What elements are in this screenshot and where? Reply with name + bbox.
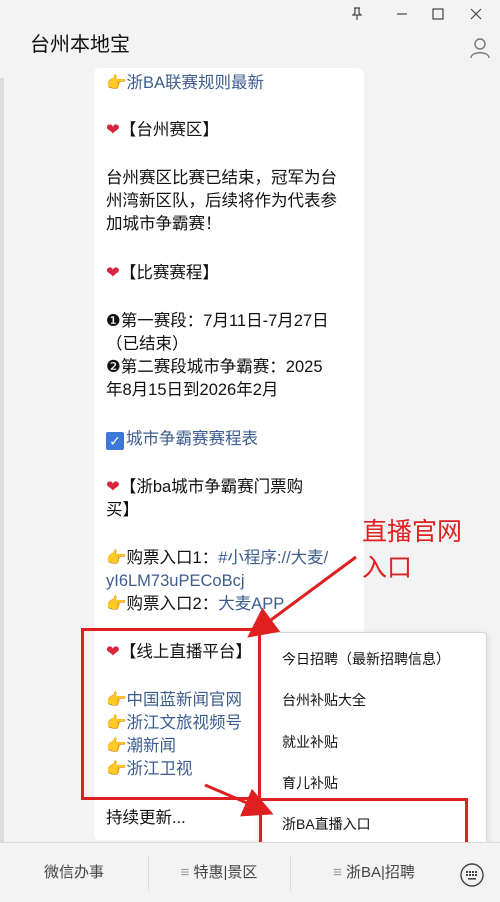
annotation-text-2: 入口 <box>362 554 413 582</box>
taizhou-text-3: 加城市争霸赛！ <box>106 215 222 233</box>
user-icon[interactable] <box>468 36 492 60</box>
ticket1-link-cont[interactable]: yI6LM73uPECoBcj <box>106 570 245 593</box>
ticket1-link[interactable]: #小程序://大麦/ <box>218 549 328 567</box>
menu-item-subsidies[interactable]: 台州补贴大全 <box>282 690 366 710</box>
pointing-hand-icon: 👉 <box>106 74 127 92</box>
left-edge <box>0 78 4 842</box>
tab-wechat-services[interactable]: 微信办事 <box>0 843 148 902</box>
tab-deals-scenic[interactable]: ≡ 特惠|景区 <box>148 843 290 902</box>
schedule-table-link[interactable]: 城市争霸赛赛程表 <box>126 430 258 448</box>
pointing-hand-icon: 👉 <box>106 549 127 567</box>
close-icon[interactable] <box>466 6 486 26</box>
app-title: 台州本地宝 <box>30 34 130 56</box>
ticket2-link[interactable]: 大麦APP <box>218 595 284 613</box>
rules-link[interactable]: 浙BA联赛规则最新 <box>127 74 265 92</box>
menu-item-childcare-subsidy[interactable]: 育儿补贴 <box>282 773 338 793</box>
annotation-text-1: 直播官网 <box>362 518 463 546</box>
menu-item-employment-subsidy[interactable]: 就业补贴 <box>282 732 338 752</box>
stage1-text-b: （已结束） <box>106 335 189 353</box>
stage2-text-b: 年8月15日到2026年2月 <box>106 381 279 399</box>
ticket2-line[interactable]: 👉购票入口2：大麦APP <box>106 593 284 616</box>
checkbox-icon: ✓ <box>106 432 124 450</box>
highlight-live-menu-item <box>259 798 468 845</box>
schedule-table-line[interactable]: ✓ 城市争霸赛赛程表 <box>106 428 258 451</box>
more-updates-text: 持续更新... <box>106 809 186 827</box>
bottom-menu-bar: 微信办事 ≡ 特惠|景区 ≡ 浙BA|招聘 <box>0 842 500 902</box>
tab-zheba-jobs[interactable]: ≡ 浙BA|招聘 <box>290 843 458 902</box>
section-schedule: ❤【比赛赛程】 <box>106 264 219 282</box>
heart-icon: ❤ <box>106 478 120 496</box>
title-bar: 台州本地宝 <box>0 0 500 78</box>
menu-lines-icon: ≡ <box>180 864 194 881</box>
section-tickets-cont: 买】 <box>106 501 139 519</box>
rules-line[interactable]: 👉浙BA联赛规则最新 <box>106 72 264 95</box>
minimize-icon[interactable] <box>392 6 412 26</box>
pin-icon[interactable] <box>347 6 367 26</box>
menu-lines-icon: ≡ <box>333 864 346 881</box>
maximize-icon[interactable] <box>428 6 448 26</box>
taizhou-text-2: 州湾新区队，后续将作为代表参 <box>106 192 337 210</box>
highlight-live-links <box>81 628 261 800</box>
keyboard-icon[interactable] <box>459 862 485 888</box>
section-tickets: ❤【浙ba城市争霸赛门票购 <box>106 478 304 496</box>
stage2-text-a: ❷第二赛段城市争霸赛：2025 <box>106 358 323 376</box>
heart-icon: ❤ <box>106 264 120 282</box>
heart-icon: ❤ <box>106 121 120 139</box>
pointing-hand-icon: 👉 <box>106 595 127 613</box>
section-taizhou: ❤【台州赛区】 <box>106 121 219 139</box>
menu-item-jobs[interactable]: 今日招聘（最新招聘信息） <box>282 649 450 669</box>
taizhou-text-1: 台州赛区比赛已结束，冠军为台 <box>106 169 337 187</box>
stage1-text-a: ❶第一赛段：7月11日-7月27日 <box>106 312 329 330</box>
ticket1-line[interactable]: 👉购票入口1：#小程序://大麦/ <box>106 547 328 570</box>
